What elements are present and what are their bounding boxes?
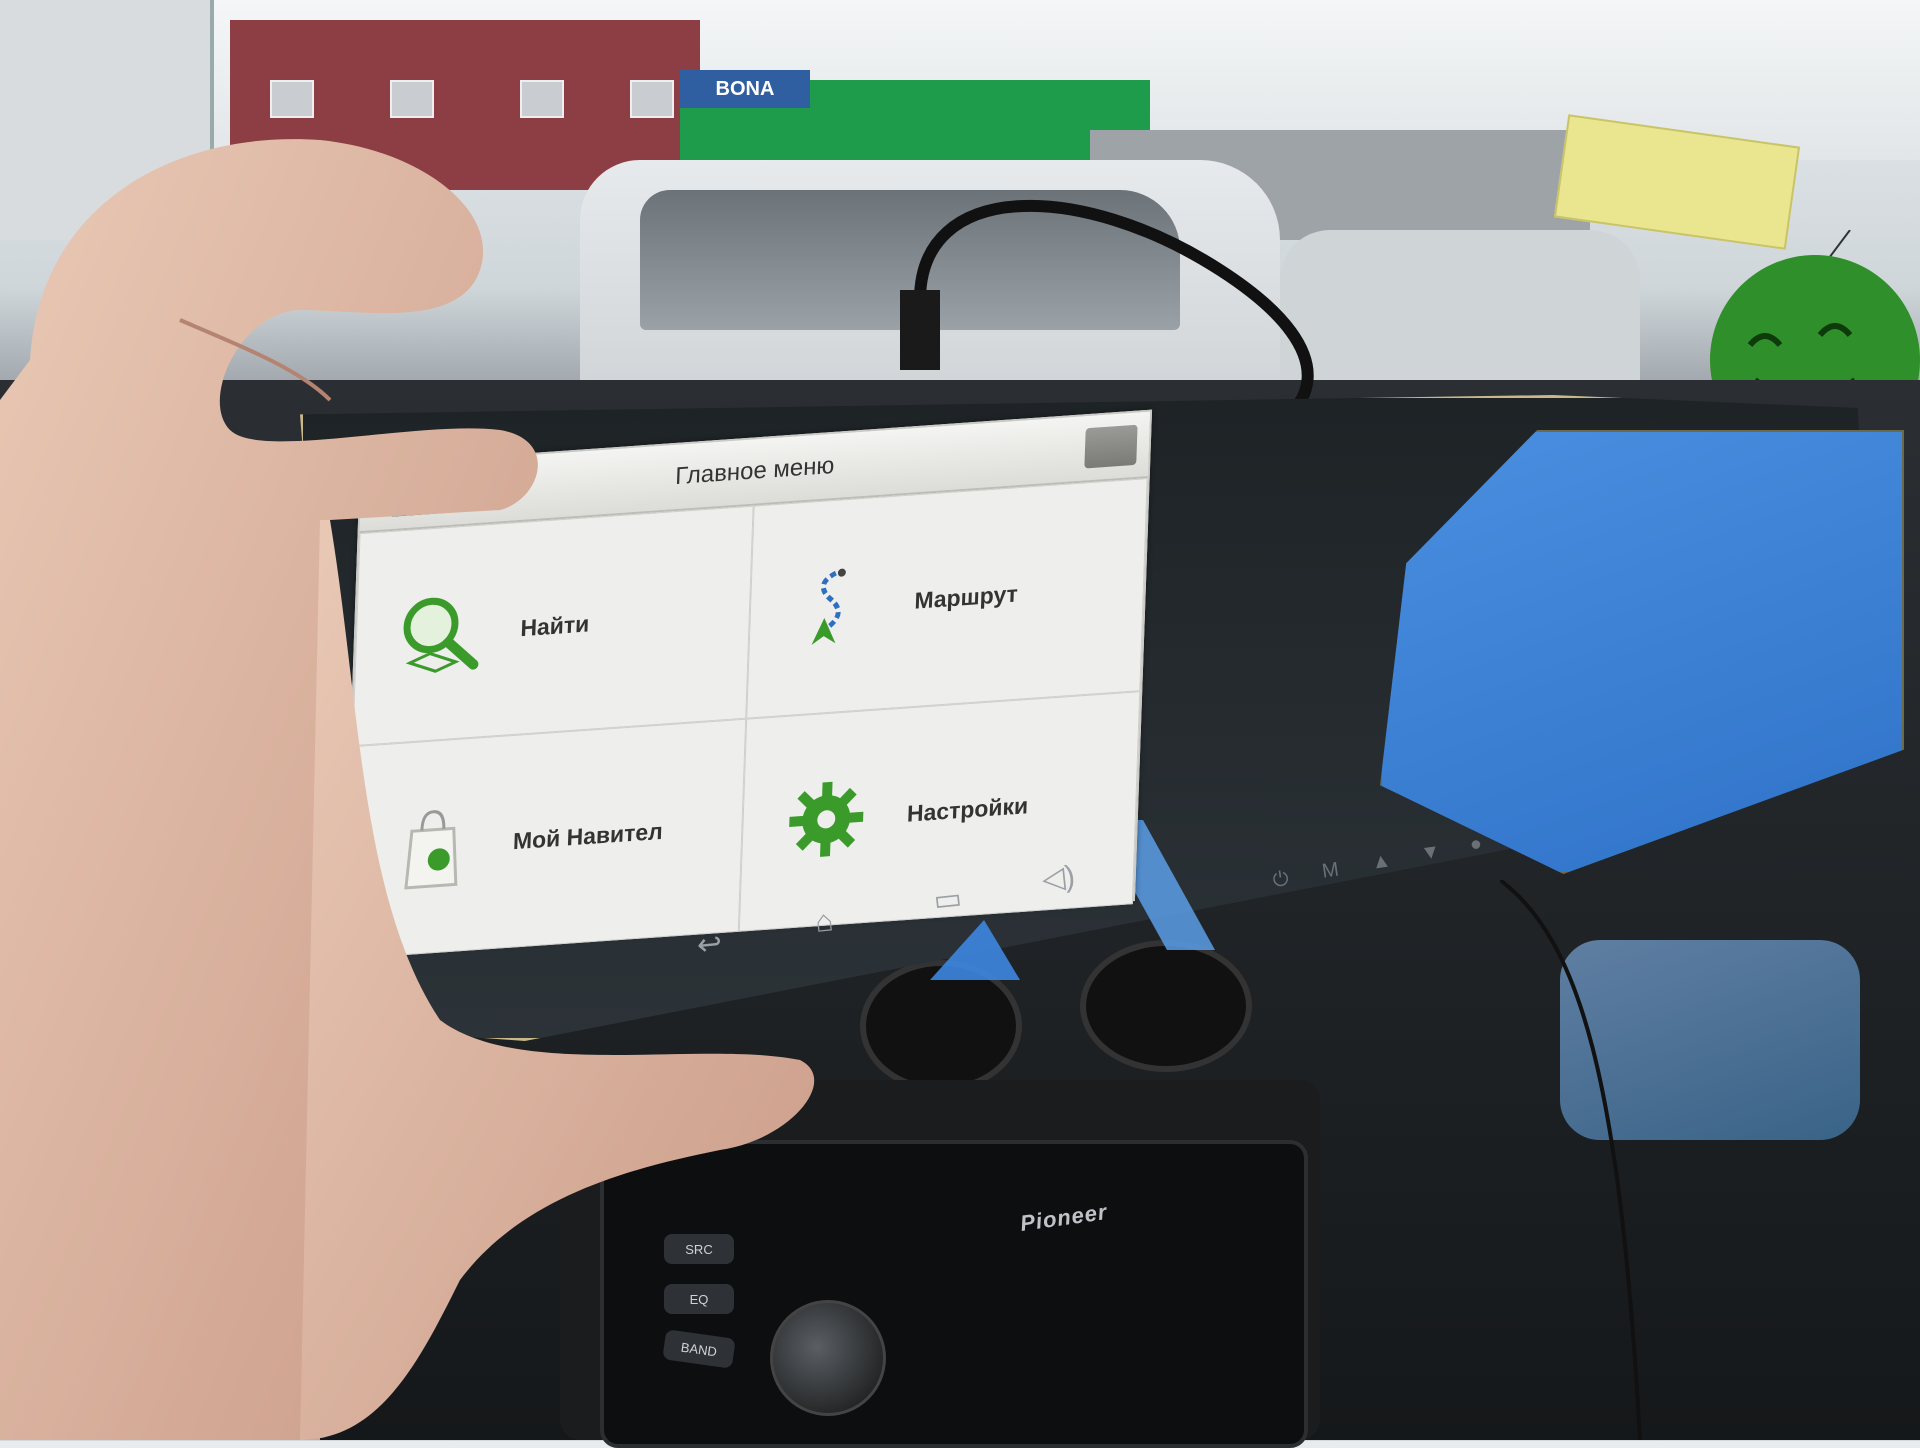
air-vent-right bbox=[1080, 940, 1252, 1072]
tile-label: Маршрут bbox=[914, 579, 1019, 614]
recent-apps-icon[interactable]: ▭ bbox=[932, 881, 964, 919]
volume-icon[interactable]: ◁) bbox=[1040, 859, 1077, 897]
down-arrow-icon[interactable]: ▼ bbox=[1419, 840, 1442, 866]
ok-button-icon[interactable]: ● bbox=[1468, 832, 1483, 856]
menu-hw-icon[interactable]: M bbox=[1321, 859, 1341, 884]
tile-label: Настройки bbox=[906, 791, 1029, 827]
power-cable-lower bbox=[1500, 880, 1642, 1440]
hand bbox=[0, 139, 815, 1440]
menu-button[interactable] bbox=[1084, 424, 1138, 469]
up-arrow-icon[interactable]: ▲ bbox=[1370, 849, 1393, 875]
power-button-icon[interactable]: ⏻ bbox=[1271, 868, 1290, 893]
